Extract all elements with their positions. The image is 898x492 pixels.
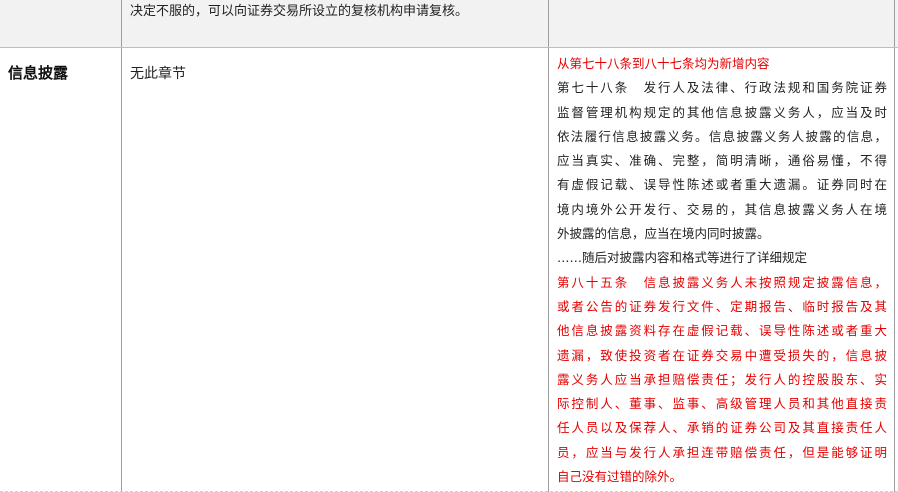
previous-row-text: 决定不服的，可以向证券交易所设立的复核机构申请复核。 bbox=[130, 4, 469, 19]
comparison-table: 决定不服的，可以向证券交易所设立的复核机构申请复核。 信息披露 无此章节 从第七… bbox=[0, 0, 898, 492]
text-line: 依法履行信息披露义务。信息披露义务人披露的信息， bbox=[557, 128, 887, 144]
column-divider bbox=[894, 48, 895, 492]
text-line: 第八十五条 信息披露义务人未按照规定披露信息， bbox=[557, 274, 887, 290]
text-line: 任人员以及保荐人、承销的证券公司及其直接责任人 bbox=[557, 420, 887, 436]
old-law-text: 无此章节 bbox=[130, 66, 186, 82]
text-line: 或者公告的证券发行文件、定期报告、临时报告及其 bbox=[557, 298, 887, 314]
column-divider bbox=[121, 48, 122, 492]
text-line: 境内境外公开发行、交易的，其信息披露义务人在境 bbox=[557, 201, 887, 217]
table-row-previous: 决定不服的，可以向证券交易所设立的复核机构申请复核。 bbox=[0, 0, 898, 48]
column-divider bbox=[121, 0, 122, 47]
text-line: 有虚假记载、误导性陈述或者重大遗漏。证券同时在 bbox=[557, 177, 887, 193]
text-line: 员，应当与发行人承担连带赔偿责任，但是能够证明 bbox=[557, 444, 887, 460]
table-row-disclosure: 信息披露 无此章节 从第七十八条到八十七条均为新增内容 第七十八条 发行人及法律… bbox=[0, 48, 898, 492]
text-line: 第七十八条 发行人及法律、行政法规和国务院证券 bbox=[557, 80, 887, 96]
text-line: 露义务人应当承担赔偿责任；发行人的控股股东、实 bbox=[557, 371, 887, 387]
column-divider bbox=[548, 48, 549, 492]
text-line: 他信息披露资料存在虚假记载、误导性陈述或者重大 bbox=[557, 323, 887, 339]
text-line: 际控制人、董事、监事、高级管理人员和其他直接责 bbox=[557, 396, 887, 412]
detail-note: ……随后对披露内容和格式等进行了详细规定 bbox=[557, 250, 808, 266]
text-line: 遗漏，致使投资者在证券交易中遭受损失的，信息披 bbox=[557, 347, 887, 363]
new-law-text: 从第七十八条到八十七条均为新增内容 第七十八条 发行人及法律、行政法规和国务院证… bbox=[557, 52, 887, 489]
text-line: 自己没有过错的除外。 bbox=[557, 469, 683, 485]
text-line: 监督管理机构规定的其他信息披露义务人，应当及时 bbox=[557, 104, 887, 120]
column-divider bbox=[548, 0, 549, 47]
row-label: 信息披露 bbox=[8, 64, 69, 82]
new-content-heading: 从第七十八条到八十七条均为新增内容 bbox=[557, 56, 770, 71]
text-line: 应当真实、准确、完整，简明清晰，通俗易懂，不得 bbox=[557, 153, 887, 169]
column-divider bbox=[894, 0, 895, 47]
article-78: 第七十八条 发行人及法律、行政法规和国务院证券 监督管理机构规定的其他信息披露义务… bbox=[557, 76, 887, 246]
text-line: 外披露的信息，应当在境内同时披露。 bbox=[557, 226, 770, 242]
article-85: 第八十五条 信息披露义务人未按照规定披露信息， 或者公告的证券发行文件、定期报告、… bbox=[557, 271, 887, 490]
